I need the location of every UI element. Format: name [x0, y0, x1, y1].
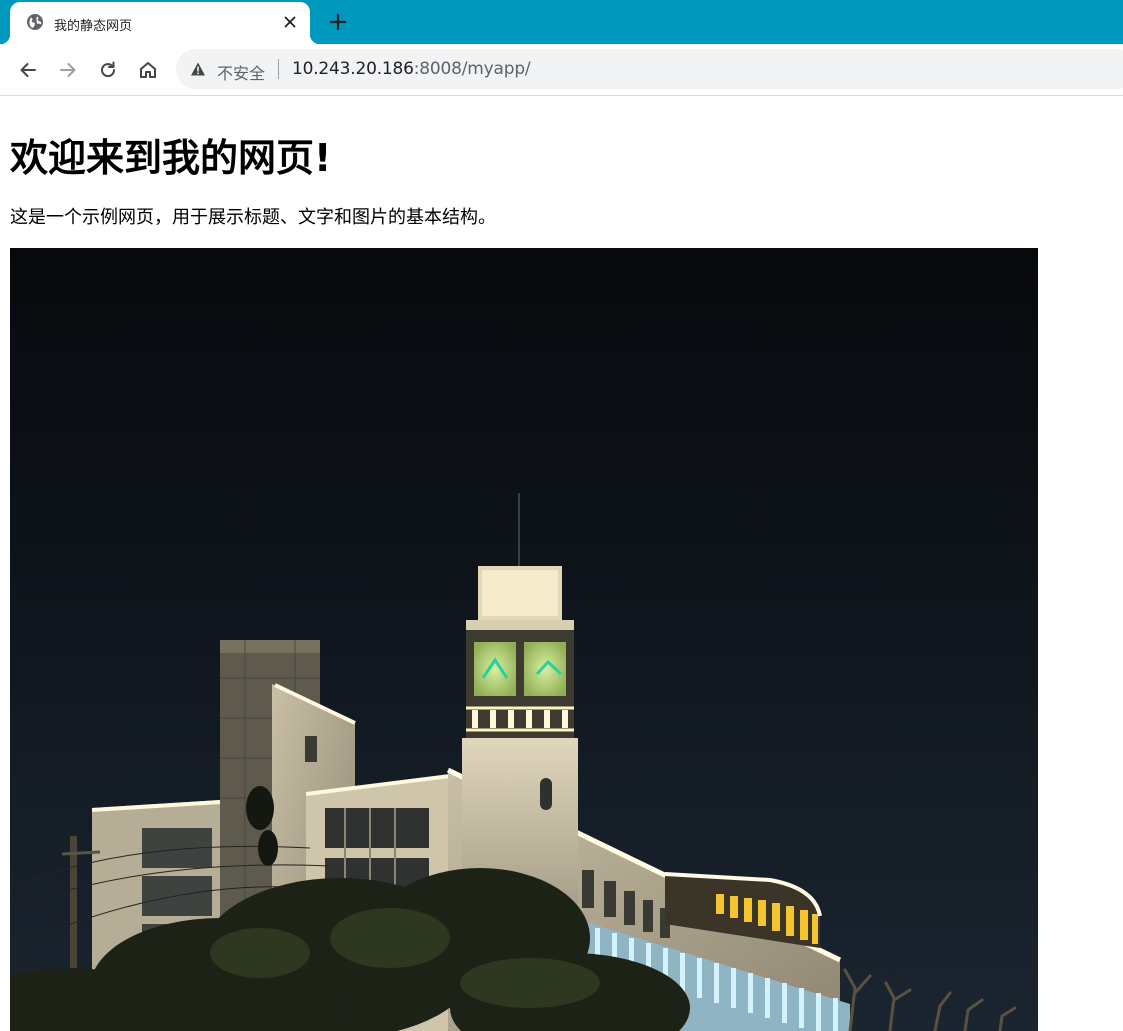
address-separator: [278, 59, 279, 79]
url-path: :8008/myapp/: [413, 59, 531, 79]
browser-toolbar: 不安全 10.243.20.186:8008/myapp/: [0, 44, 1123, 96]
url-host: 10.243.20.186: [292, 59, 414, 79]
url-text[interactable]: 10.243.20.186:8008/myapp/: [292, 59, 531, 79]
globe-icon: [26, 13, 44, 31]
plus-icon[interactable]: [324, 8, 352, 36]
page-title: 欢迎来到我的网页!: [10, 136, 332, 180]
arrow-right-icon[interactable]: [54, 56, 82, 84]
home-icon[interactable]: [134, 56, 162, 84]
address-bar[interactable]: 不安全 10.243.20.186:8008/myapp/: [176, 49, 1123, 89]
tab-title: 我的静态网页: [54, 19, 133, 34]
tab-strip: 我的静态网页: [0, 0, 1123, 44]
arrow-left-icon[interactable]: [14, 56, 42, 84]
reload-icon[interactable]: [94, 56, 122, 84]
warning-triangle-icon[interactable]: [190, 61, 206, 77]
browser-tab[interactable]: 我的静态网页: [0, 2, 320, 44]
security-label[interactable]: 不安全: [217, 60, 265, 84]
page-description: 这是一个示例网页，用于展示标题、文字和图片的基本结构。: [10, 207, 496, 228]
building-photo: [10, 248, 1038, 1031]
close-icon[interactable]: [280, 12, 300, 32]
page-content: 欢迎来到我的网页! 这是一个示例网页，用于展示标题、文字和图片的基本结构。: [0, 97, 1123, 1031]
